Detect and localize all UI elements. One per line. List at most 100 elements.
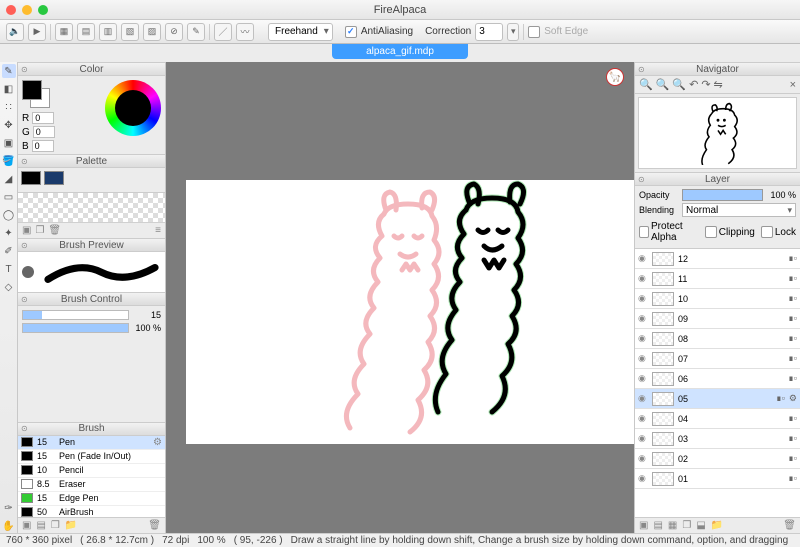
visibility-icon[interactable]: ◉	[638, 353, 648, 364]
grid-4-icon[interactable]: ▧	[121, 23, 139, 41]
new-layer-2-icon[interactable]: ▤	[653, 520, 662, 531]
flip-icon[interactable]: ⇋	[714, 78, 723, 91]
rotate-right-icon[interactable]: ↷	[701, 78, 710, 91]
window-close-button[interactable]	[6, 5, 16, 15]
add-swatch-icon[interactable]: ▣	[22, 225, 31, 236]
visibility-icon[interactable]: ◉	[638, 313, 648, 324]
b-input[interactable]	[32, 140, 54, 152]
new-layer-icon[interactable]: ▣	[639, 520, 648, 531]
path-tool[interactable]: ◇	[2, 280, 16, 294]
stroke-mode-select[interactable]: Freehand	[268, 23, 333, 41]
antialiasing-checkbox[interactable]: ✓	[345, 26, 357, 38]
snap-off-icon[interactable]: ⊘	[165, 23, 183, 41]
gear-icon[interactable]: ⚙	[789, 393, 797, 404]
palette-swatch[interactable]	[21, 171, 41, 185]
merge-layer-icon[interactable]: ⬓	[696, 520, 705, 531]
reset-view-icon[interactable]: ×	[790, 79, 796, 91]
stroke-curve-icon[interactable]: 〰	[236, 23, 254, 41]
layer-row[interactable]: ◉01∎▫	[635, 469, 800, 489]
window-minimize-button[interactable]	[22, 5, 32, 15]
hand-tool[interactable]: ✋	[2, 519, 16, 533]
visibility-icon[interactable]: ◉	[638, 393, 648, 404]
select-rect-tool[interactable]: ▭	[2, 190, 16, 204]
pin-icon[interactable]: ⊙	[638, 175, 645, 184]
grid-5-icon[interactable]: ▨	[143, 23, 161, 41]
pin-icon[interactable]: ⊙	[21, 295, 28, 304]
brush-row[interactable]: 15Pen (Fade In/Out)	[18, 450, 165, 464]
pin-icon[interactable]: ⊙	[21, 157, 28, 166]
document-tab[interactable]: alpaca_gif.mdp	[332, 44, 468, 59]
select-lasso-tool[interactable]: ◯	[2, 208, 16, 222]
grid-2-icon[interactable]: ▤	[77, 23, 95, 41]
add-brush-2-icon[interactable]: ▤	[36, 520, 45, 531]
correction-input[interactable]	[475, 23, 503, 41]
visibility-icon[interactable]: ◉	[638, 273, 648, 284]
blending-select[interactable]: Normal	[682, 203, 796, 217]
pin-icon[interactable]: ⊙	[21, 241, 28, 250]
fg-color-swatch[interactable]	[22, 80, 42, 100]
eyedropper-tool[interactable]: ✑	[2, 501, 16, 515]
layer-row[interactable]: ◉08∎▫	[635, 329, 800, 349]
layer-row[interactable]: ◉05∎▫⚙	[635, 389, 800, 409]
eraser-tool[interactable]: ◧	[2, 82, 16, 96]
duplicate-swatch-icon[interactable]: ❐	[35, 225, 44, 236]
palette-menu-icon[interactable]: ≡	[155, 225, 161, 236]
folder-brush-icon[interactable]: 📁	[65, 520, 77, 531]
zoom-fit-icon[interactable]: 🔍	[639, 78, 653, 91]
layer-opacity-slider[interactable]	[682, 189, 763, 201]
softedge-checkbox[interactable]: ✓	[528, 26, 540, 38]
visibility-icon[interactable]: ◉	[638, 473, 648, 484]
text-tool[interactable]: T	[2, 262, 16, 276]
layer-row[interactable]: ◉09∎▫	[635, 309, 800, 329]
pin-icon[interactable]: ⊙	[21, 65, 28, 74]
move-tool[interactable]: ✥	[2, 118, 16, 132]
brush-opacity-slider[interactable]	[22, 323, 129, 333]
layer-row[interactable]: ◉02∎▫	[635, 449, 800, 469]
gradient-tool[interactable]: ◢	[2, 172, 16, 186]
layer-row[interactable]: ◉04∎▫	[635, 409, 800, 429]
pin-icon[interactable]: ⊙	[21, 424, 28, 433]
palette-swatch[interactable]	[44, 171, 64, 185]
snap-config-icon[interactable]: ✎	[187, 23, 205, 41]
grid-1-icon[interactable]: ▦	[55, 23, 73, 41]
navigator-view[interactable]	[638, 97, 797, 169]
canvas-area[interactable]: 🦙	[166, 62, 634, 533]
visibility-icon[interactable]: ◉	[638, 333, 648, 344]
protect-alpha-checkbox[interactable]: ✓Protect Alpha	[639, 221, 699, 243]
layer-row[interactable]: ◉12∎▫	[635, 249, 800, 269]
layer-row[interactable]: ◉03∎▫	[635, 429, 800, 449]
bucket-tool[interactable]: 🪣	[2, 154, 16, 168]
zoom-in-icon[interactable]: 🔍	[656, 78, 670, 91]
visibility-icon[interactable]: ◉	[638, 433, 648, 444]
correction-stepper[interactable]: ▾	[507, 23, 519, 41]
gear-icon[interactable]: ⚙	[153, 437, 162, 448]
visibility-icon[interactable]: ◉	[638, 293, 648, 304]
visibility-icon[interactable]: ◉	[638, 253, 648, 264]
layer-row[interactable]: ◉10∎▫	[635, 289, 800, 309]
play-button[interactable]: ▶	[28, 23, 46, 41]
add-brush-icon[interactable]: ▣	[22, 520, 31, 531]
brush-row[interactable]: 8.5Eraser	[18, 478, 165, 492]
stroke-line-icon[interactable]: ／	[214, 23, 232, 41]
layer-row[interactable]: ◉06∎▫	[635, 369, 800, 389]
fill-tool[interactable]: ▣	[2, 136, 16, 150]
window-zoom-button[interactable]	[38, 5, 48, 15]
color-wheel[interactable]	[105, 80, 161, 136]
lock-checkbox[interactable]: ✓Lock	[761, 221, 796, 243]
visibility-icon[interactable]: ◉	[638, 413, 648, 424]
duplicate-brush-icon[interactable]: ❐	[51, 520, 60, 531]
brush-row[interactable]: 15Pen⚙	[18, 436, 165, 450]
artboard[interactable]	[186, 180, 634, 444]
layer-row[interactable]: ◉07∎▫	[635, 349, 800, 369]
visibility-icon[interactable]: ◉	[638, 373, 648, 384]
duplicate-layer-icon[interactable]: ❐	[682, 520, 691, 531]
delete-layer-icon[interactable]: 🗑	[783, 520, 796, 531]
folder-layer-icon[interactable]: 📁	[711, 520, 723, 531]
select-pen-tool[interactable]: ✐	[2, 244, 16, 258]
color-swatches[interactable]	[22, 80, 50, 108]
delete-swatch-icon[interactable]: 🗑	[48, 225, 61, 236]
g-input[interactable]	[33, 126, 55, 138]
clipping-checkbox[interactable]: ✓Clipping	[705, 221, 755, 243]
brush-row[interactable]: 15Edge Pen	[18, 492, 165, 506]
brush-size-slider[interactable]	[22, 310, 129, 320]
